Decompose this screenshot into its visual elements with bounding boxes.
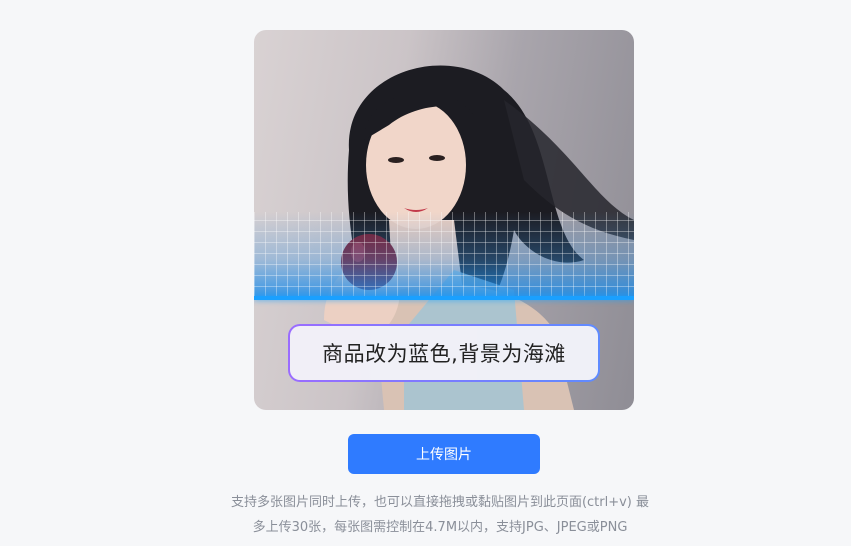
scan-grid-overlay bbox=[254, 212, 634, 298]
upload-page: 商品改为蓝色,背景为海滩 上传图片 支持多张图片同时上传，也可以直接拖拽或黏贴图… bbox=[0, 0, 851, 546]
prompt-bubble: 商品改为蓝色,背景为海滩 bbox=[288, 324, 600, 382]
upload-image-button[interactable]: 上传图片 bbox=[348, 434, 540, 474]
prompt-text: 商品改为蓝色,背景为海滩 bbox=[290, 326, 598, 380]
upload-hint-line-2: 多上传30张，每张图需控制在4.7M以内，支持JPG、JPEG或PNG bbox=[252, 520, 628, 535]
preview-image: 商品改为蓝色,背景为海滩 bbox=[254, 30, 634, 410]
upload-hint-line-1: 支持多张图片同时上传，也可以直接拖拽或黏贴图片到此页面(ctrl+v) 最 bbox=[230, 495, 650, 510]
scan-line bbox=[254, 296, 634, 300]
upload-hint: 支持多张图片同时上传，也可以直接拖拽或黏贴图片到此页面(ctrl+v) 最 多上… bbox=[200, 490, 680, 540]
